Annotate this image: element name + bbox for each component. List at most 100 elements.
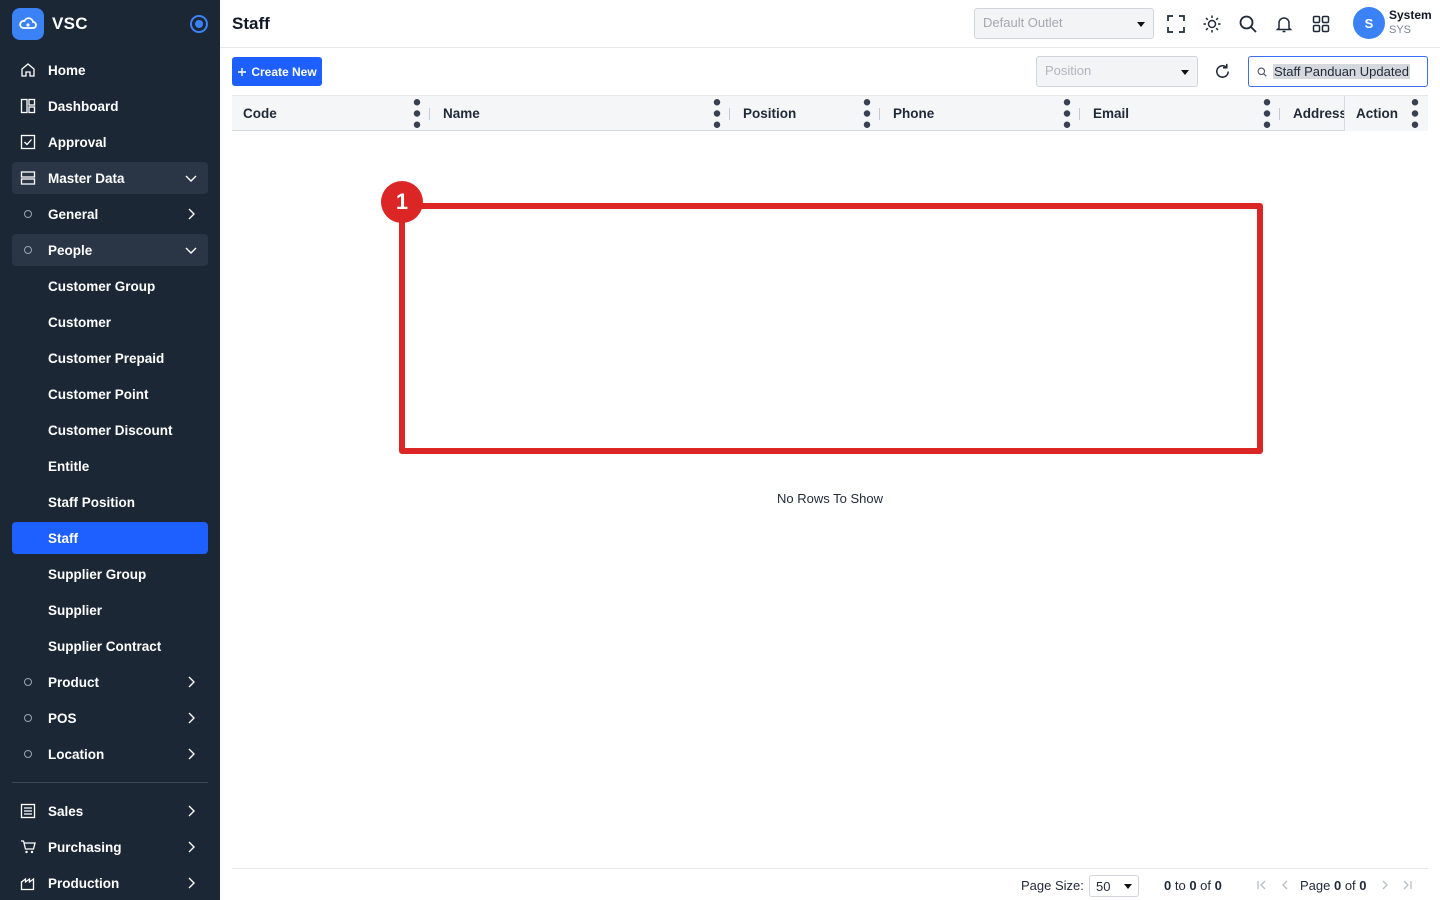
chevron-right-icon	[188, 208, 195, 220]
sidebar-item-product[interactable]: Product	[12, 666, 208, 698]
sidebar-item-label: Purchasing	[48, 839, 122, 855]
column-header-position[interactable]: Position	[743, 96, 796, 131]
position-select[interactable]: Position	[1036, 56, 1198, 87]
circle-icon	[24, 750, 32, 758]
first-page-icon[interactable]	[1256, 879, 1268, 891]
page-total: 0	[1359, 878, 1367, 893]
column-label: Phone	[893, 106, 935, 121]
sidebar-item-production[interactable]: Production	[12, 867, 208, 899]
caret-down-icon	[1124, 884, 1132, 889]
sidebar-toggle-button[interactable]	[190, 15, 208, 33]
column-divider[interactable]	[1279, 108, 1280, 120]
app-name: VSC	[52, 14, 88, 33]
column-header-action-label: Action	[1356, 96, 1398, 131]
sidebar-item-location[interactable]: Location	[12, 738, 208, 770]
column-header-phone[interactable]: Phone	[893, 96, 934, 131]
column-label: Code	[243, 106, 277, 121]
sidebar-item-supplier[interactable]: Supplier	[12, 594, 208, 626]
dashboard-icon	[20, 98, 36, 114]
user-name: System	[1389, 8, 1432, 22]
column-header-action[interactable]: Action	[1344, 96, 1428, 131]
sidebar-item-supplier-group[interactable]: Supplier Group	[12, 558, 208, 590]
position-select-placeholder: Position	[1045, 63, 1092, 78]
sidebar-item-label: Staff Position	[48, 494, 135, 510]
refresh-icon[interactable]	[1213, 62, 1232, 81]
column-divider[interactable]	[879, 108, 880, 120]
column-divider[interactable]	[429, 108, 430, 120]
checkbox-icon	[20, 134, 36, 150]
chevron-right-icon	[188, 712, 195, 724]
column-divider[interactable]	[729, 108, 730, 120]
sidebar-item-customer-discount[interactable]: Customer Discount	[12, 414, 208, 446]
page-size-select[interactable]: 50	[1089, 875, 1139, 897]
sidebar: VSC Home Dashboard Approval Master Data …	[0, 0, 220, 900]
circle-icon	[24, 678, 32, 686]
sidebar-item-label: Sales	[48, 803, 84, 819]
chevron-right-icon	[188, 877, 195, 889]
sidebar-item-general[interactable]: General	[12, 198, 208, 230]
sidebar-item-staff-position[interactable]: Staff Position	[12, 486, 208, 518]
cloud-logo-icon	[12, 8, 44, 40]
topbar: Staff Default Outlet S System SYS	[220, 0, 1440, 48]
avatar[interactable]: S	[1353, 7, 1385, 39]
bell-icon[interactable]	[1274, 14, 1294, 34]
sidebar-item-customer-prepaid[interactable]: Customer Prepaid	[12, 342, 208, 374]
sidebar-item-entitle[interactable]: Entitle	[12, 450, 208, 482]
chevron-down-icon	[185, 175, 197, 182]
outlet-select[interactable]: Default Outlet	[974, 8, 1154, 39]
sidebar-item-label: Approval	[48, 134, 107, 150]
sidebar-item-sales[interactable]: Sales	[12, 795, 208, 827]
last-page-icon[interactable]	[1401, 879, 1413, 891]
search-input[interactable]: Staff Panduan Updated	[1248, 56, 1428, 87]
sidebar-item-label: Master Data	[48, 170, 125, 186]
sidebar-item-label: Supplier Contract	[48, 638, 162, 654]
sidebar-item-customer-point[interactable]: Customer Point	[12, 378, 208, 410]
annotation-number-badge: 1	[381, 181, 423, 223]
chevron-right-icon	[188, 676, 195, 688]
column-menu-icon[interactable]	[1262, 96, 1272, 131]
sidebar-item-staff[interactable]: Staff	[12, 522, 208, 554]
previous-page-icon[interactable]	[1279, 879, 1291, 891]
column-header-address[interactable]: Address	[1293, 96, 1347, 131]
next-page-icon[interactable]	[1379, 879, 1391, 891]
column-header-name[interactable]: Name	[443, 96, 480, 131]
fullscreen-icon[interactable]	[1166, 14, 1186, 34]
page-size-value: 50	[1096, 879, 1111, 894]
column-menu-icon[interactable]	[712, 96, 722, 131]
caret-down-icon	[1137, 22, 1145, 27]
circle-icon	[24, 714, 32, 722]
range-from: 0	[1164, 878, 1172, 893]
sidebar-item-label: Dashboard	[48, 98, 119, 114]
apps-grid-icon[interactable]	[1311, 14, 1331, 34]
search-icon[interactable]	[1238, 14, 1258, 34]
sidebar-item-home[interactable]: Home	[12, 54, 208, 86]
sidebar-item-label: People	[48, 242, 93, 258]
table-header: Code Name Position Phone Email Address A…	[232, 95, 1428, 131]
sidebar-item-approval[interactable]: Approval	[12, 126, 208, 158]
column-label: Email	[1093, 106, 1130, 121]
sidebar-item-label: POS	[48, 710, 77, 726]
sidebar-item-pos[interactable]: POS	[12, 702, 208, 734]
brand: VSC	[0, 0, 220, 48]
sidebar-item-customer[interactable]: Customer	[12, 306, 208, 338]
circle-icon	[24, 246, 32, 254]
sidebar-item-master-data[interactable]: Master Data	[12, 162, 208, 194]
cart-icon	[21, 840, 36, 854]
column-menu-icon[interactable]	[862, 96, 872, 131]
sidebar-item-dashboard[interactable]: Dashboard	[12, 90, 208, 122]
row-range-summary: 0 to 0 of 0	[1164, 878, 1222, 893]
sidebar-item-label: Customer Discount	[48, 422, 173, 438]
sidebar-item-customer-group[interactable]: Customer Group	[12, 270, 208, 302]
sidebar-item-people[interactable]: People	[12, 234, 208, 266]
column-divider[interactable]	[1079, 108, 1080, 120]
column-header-email[interactable]: Email	[1093, 96, 1129, 131]
column-menu-icon[interactable]	[1062, 96, 1072, 131]
column-menu-icon[interactable]	[1410, 96, 1420, 131]
column-menu-icon[interactable]	[412, 96, 422, 131]
sidebar-item-supplier-contract[interactable]: Supplier Contract	[12, 630, 208, 662]
sun-icon[interactable]	[1202, 14, 1222, 34]
column-header-code[interactable]: Code	[243, 96, 277, 131]
sidebar-item-purchasing[interactable]: Purchasing	[12, 831, 208, 863]
sidebar-item-label: Staff	[48, 530, 78, 546]
create-new-button[interactable]: Create New	[232, 57, 322, 86]
